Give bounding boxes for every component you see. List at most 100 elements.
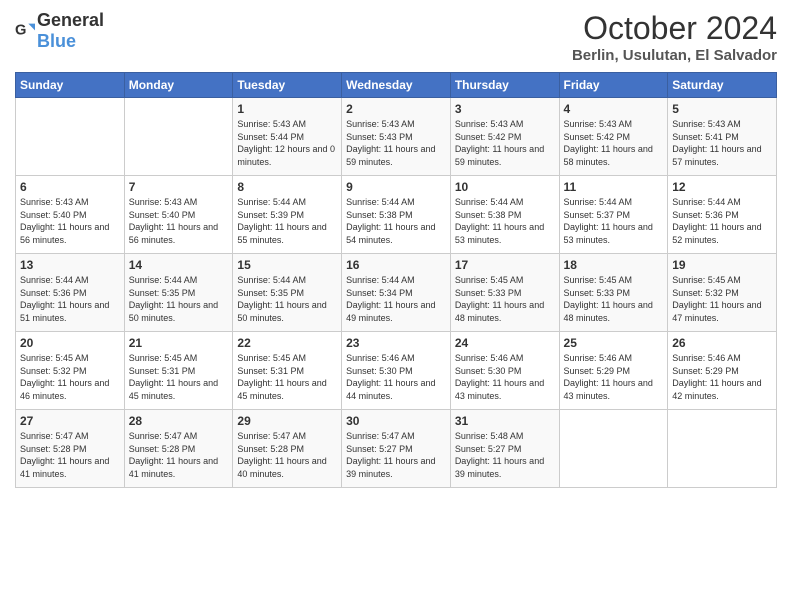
day-info: Sunrise: 5:43 AM Sunset: 5:44 PM Dayligh… (237, 118, 337, 168)
day-number: 9 (346, 180, 446, 194)
day-number: 15 (237, 258, 337, 272)
day-info: Sunrise: 5:43 AM Sunset: 5:40 PM Dayligh… (129, 196, 229, 246)
day-number: 23 (346, 336, 446, 350)
day-number: 3 (455, 102, 555, 116)
calendar-cell (559, 410, 668, 488)
day-number: 7 (129, 180, 229, 194)
header-row: SundayMondayTuesdayWednesdayThursdayFrid… (16, 73, 777, 98)
calendar-cell: 10 Sunrise: 5:44 AM Sunset: 5:38 PM Dayli… (450, 176, 559, 254)
day-number: 26 (672, 336, 772, 350)
calendar-cell: 23 Sunrise: 5:46 AM Sunset: 5:30 PM Dayli… (342, 332, 451, 410)
day-number: 18 (564, 258, 664, 272)
day-info: Sunrise: 5:45 AM Sunset: 5:31 PM Dayligh… (237, 352, 337, 402)
calendar-cell: 6 Sunrise: 5:43 AM Sunset: 5:40 PM Daylig… (16, 176, 125, 254)
page: G General Blue October 2024 Berlin, Usul… (0, 0, 792, 612)
calendar-cell: 13Sunrise: 5:44 AM Sunset: 5:36 PM Dayli… (16, 254, 125, 332)
day-header-saturday: Saturday (668, 73, 777, 98)
day-info: Sunrise: 5:47 AM Sunset: 5:27 PM Dayligh… (346, 430, 446, 480)
day-number: 22 (237, 336, 337, 350)
day-info: Sunrise: 5:43 AM Sunset: 5:42 PM Dayligh… (455, 118, 555, 168)
calendar-cell: 29 Sunrise: 5:47 AM Sunset: 5:28 PM Dayli… (233, 410, 342, 488)
day-info: Sunrise: 5:44 AM Sunset: 5:37 PM Dayligh… (564, 196, 664, 246)
day-info: Sunrise: 5:43 AM Sunset: 5:43 PM Dayligh… (346, 118, 446, 168)
day-number: 25 (564, 336, 664, 350)
day-number: 28 (129, 414, 229, 428)
day-number: 21 (129, 336, 229, 350)
logo-icon: G (15, 21, 35, 41)
calendar-cell: 19Sunrise: 5:45 AM Sunset: 5:32 PM Dayli… (668, 254, 777, 332)
calendar-cell: 27 Sunrise: 5:47 AM Sunset: 5:28 PM Dayli… (16, 410, 125, 488)
calendar-cell: 30 Sunrise: 5:47 AM Sunset: 5:27 PM Dayli… (342, 410, 451, 488)
day-number: 19 (672, 258, 772, 272)
day-info: Sunrise: 5:46 AM Sunset: 5:30 PM Dayligh… (346, 352, 446, 402)
calendar-cell: 3 Sunrise: 5:43 AM Sunset: 5:42 PM Daylig… (450, 98, 559, 176)
day-number: 1 (237, 102, 337, 116)
calendar-cell: 17 Sunrise: 5:45 AM Sunset: 5:33 PM Dayli… (450, 254, 559, 332)
day-info: Sunrise: 5:45 AM Sunset: 5:31 PM Dayligh… (129, 352, 229, 402)
day-info: Sunrise: 5:43 AM Sunset: 5:40 PM Dayligh… (20, 196, 120, 246)
week-row-2: 13Sunrise: 5:44 AM Sunset: 5:36 PM Dayli… (16, 254, 777, 332)
day-header-thursday: Thursday (450, 73, 559, 98)
day-info: Sunrise: 5:44 AM Sunset: 5:34 PM Dayligh… (346, 274, 446, 324)
week-row-0: 1 Sunrise: 5:43 AM Sunset: 5:44 PM Daylig… (16, 98, 777, 176)
day-number: 10 (455, 180, 555, 194)
header: G General Blue October 2024 Berlin, Usul… (15, 10, 777, 64)
day-header-wednesday: Wednesday (342, 73, 451, 98)
day-number: 4 (564, 102, 664, 116)
calendar-cell: 14 Sunrise: 5:44 AM Sunset: 5:35 PM Dayli… (124, 254, 233, 332)
calendar-cell: 21 Sunrise: 5:45 AM Sunset: 5:31 PM Dayli… (124, 332, 233, 410)
calendar-cell: 22 Sunrise: 5:45 AM Sunset: 5:31 PM Dayli… (233, 332, 342, 410)
calendar-cell: 26 Sunrise: 5:46 AM Sunset: 5:29 PM Dayli… (668, 332, 777, 410)
week-row-1: 6 Sunrise: 5:43 AM Sunset: 5:40 PM Daylig… (16, 176, 777, 254)
calendar-cell: 8 Sunrise: 5:44 AM Sunset: 5:39 PM Daylig… (233, 176, 342, 254)
day-number: 12 (672, 180, 772, 194)
day-number: 24 (455, 336, 555, 350)
week-row-3: 20Sunrise: 5:45 AM Sunset: 5:32 PM Dayli… (16, 332, 777, 410)
calendar-table: SundayMondayTuesdayWednesdayThursdayFrid… (15, 72, 777, 488)
day-number: 2 (346, 102, 446, 116)
day-info: Sunrise: 5:47 AM Sunset: 5:28 PM Dayligh… (20, 430, 120, 480)
day-number: 17 (455, 258, 555, 272)
day-info: Sunrise: 5:44 AM Sunset: 5:38 PM Dayligh… (455, 196, 555, 246)
week-row-4: 27 Sunrise: 5:47 AM Sunset: 5:28 PM Dayli… (16, 410, 777, 488)
day-number: 8 (237, 180, 337, 194)
day-number: 27 (20, 414, 120, 428)
day-info: Sunrise: 5:44 AM Sunset: 5:39 PM Dayligh… (237, 196, 337, 246)
day-info: Sunrise: 5:46 AM Sunset: 5:29 PM Dayligh… (564, 352, 664, 402)
day-info: Sunrise: 5:47 AM Sunset: 5:28 PM Dayligh… (237, 430, 337, 480)
day-info: Sunrise: 5:46 AM Sunset: 5:29 PM Dayligh… (672, 352, 772, 402)
day-number: 29 (237, 414, 337, 428)
calendar-cell: 18 Sunrise: 5:45 AM Sunset: 5:33 PM Dayli… (559, 254, 668, 332)
day-header-tuesday: Tuesday (233, 73, 342, 98)
day-number: 5 (672, 102, 772, 116)
calendar-cell: 12Sunrise: 5:44 AM Sunset: 5:36 PM Dayli… (668, 176, 777, 254)
day-number: 13 (20, 258, 120, 272)
calendar-cell (124, 98, 233, 176)
day-info: Sunrise: 5:44 AM Sunset: 5:35 PM Dayligh… (237, 274, 337, 324)
logo-blue: Blue (37, 31, 76, 51)
calendar-cell: 28Sunrise: 5:47 AM Sunset: 5:28 PM Dayli… (124, 410, 233, 488)
calendar-cell: 15 Sunrise: 5:44 AM Sunset: 5:35 PM Dayli… (233, 254, 342, 332)
calendar-cell: 9 Sunrise: 5:44 AM Sunset: 5:38 PM Daylig… (342, 176, 451, 254)
calendar-cell: 16Sunrise: 5:44 AM Sunset: 5:34 PM Dayli… (342, 254, 451, 332)
day-number: 6 (20, 180, 120, 194)
day-info: Sunrise: 5:45 AM Sunset: 5:32 PM Dayligh… (20, 352, 120, 402)
calendar-cell: 20Sunrise: 5:45 AM Sunset: 5:32 PM Dayli… (16, 332, 125, 410)
day-number: 14 (129, 258, 229, 272)
calendar-cell: 4 Sunrise: 5:43 AM Sunset: 5:42 PM Daylig… (559, 98, 668, 176)
day-info: Sunrise: 5:46 AM Sunset: 5:30 PM Dayligh… (455, 352, 555, 402)
day-info: Sunrise: 5:44 AM Sunset: 5:38 PM Dayligh… (346, 196, 446, 246)
calendar-cell: 24 Sunrise: 5:46 AM Sunset: 5:30 PM Dayli… (450, 332, 559, 410)
day-info: Sunrise: 5:45 AM Sunset: 5:33 PM Dayligh… (455, 274, 555, 324)
day-number: 30 (346, 414, 446, 428)
title-block: October 2024 Berlin, Usulutan, El Salvad… (572, 10, 777, 64)
day-info: Sunrise: 5:43 AM Sunset: 5:42 PM Dayligh… (564, 118, 664, 168)
day-info: Sunrise: 5:43 AM Sunset: 5:41 PM Dayligh… (672, 118, 772, 168)
day-info: Sunrise: 5:44 AM Sunset: 5:35 PM Dayligh… (129, 274, 229, 324)
calendar-cell: 5 Sunrise: 5:43 AM Sunset: 5:41 PM Daylig… (668, 98, 777, 176)
day-info: Sunrise: 5:45 AM Sunset: 5:33 PM Dayligh… (564, 274, 664, 324)
calendar-cell: 25 Sunrise: 5:46 AM Sunset: 5:29 PM Dayli… (559, 332, 668, 410)
calendar-cell: 1 Sunrise: 5:43 AM Sunset: 5:44 PM Daylig… (233, 98, 342, 176)
location: Berlin, Usulutan, El Salvador (572, 47, 777, 64)
logo: G General Blue (15, 10, 104, 52)
